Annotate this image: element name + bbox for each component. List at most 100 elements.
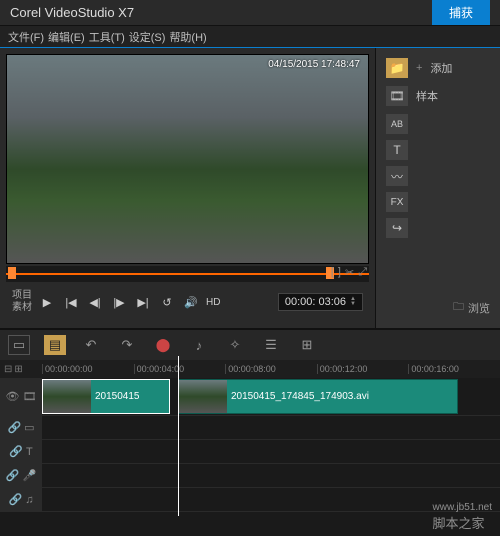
library-panel: 📁 + 添加 🎞 样本 AB T 〰 FX ↪ <box>375 48 500 328</box>
scrubber[interactable]: [ ] ✂ ⤢ <box>6 266 369 282</box>
menu-file[interactable]: 文件(F) <box>8 29 44 45</box>
browse-label: 浏览 <box>468 300 490 316</box>
browse-icon: 🗀 <box>453 298 464 317</box>
scrubber-in-marker[interactable] <box>8 267 16 279</box>
play-button[interactable]: ▶ <box>38 293 56 311</box>
clip-label: 20150415 <box>91 391 140 402</box>
path-icon[interactable]: 〰 <box>386 166 408 186</box>
link-icon[interactable]: 🔗 <box>9 493 23 506</box>
playback-bar: 项目 素材 ▶ |◀ ◀| |▶ ▶| ↺ 🔊 HD 00:00: 03:06 … <box>6 282 369 322</box>
storyboard-view-button[interactable]: ▭ <box>8 335 30 355</box>
ruler-tick: 00:00:08:00 <box>225 364 317 374</box>
ruler-tick: 00:00:04:00 <box>134 364 226 374</box>
go-start-button[interactable]: |◀ <box>62 293 80 311</box>
volume-button[interactable]: 🔊 <box>182 293 200 311</box>
next-frame-button[interactable]: |▶ <box>110 293 128 311</box>
clip-thumbnail <box>179 380 227 413</box>
fx-icon[interactable]: FX <box>386 192 408 212</box>
add-label[interactable]: 添加 <box>430 60 452 76</box>
timeline-clip[interactable]: 20150415 <box>42 379 170 414</box>
menu-help[interactable]: 帮助(H) <box>169 29 206 45</box>
music-track-head[interactable]: 🔗♫ <box>0 488 42 511</box>
timecode-display[interactable]: 00:00: 03:06 ▲▼ <box>278 293 363 311</box>
titlebar: Corel VideoStudio X7 捕获 <box>0 0 500 26</box>
redo-button[interactable]: ↷ <box>116 335 138 355</box>
preview-monitor[interactable]: 04/15/2015 17:48:47 <box>6 54 369 264</box>
timeline-view-button[interactable]: ▤ <box>44 335 66 355</box>
timeline-playhead[interactable] <box>178 356 179 516</box>
timeline-clip[interactable]: 20150415_174845_174903.avi <box>178 379 458 414</box>
video-track-body[interactable]: 20150415 20150415_174845_174903.avi <box>42 378 500 415</box>
timecode-spinner[interactable]: ▲▼ <box>350 297 356 307</box>
record-button[interactable]: ⬤ <box>152 335 174 355</box>
audio-mixer-button[interactable]: ♪ <box>188 335 210 355</box>
watermark-url: www.jb51.net <box>433 502 492 513</box>
clip-thumbnail <box>43 380 91 413</box>
menu-edit[interactable]: 编辑(E) <box>48 29 85 45</box>
go-end-button[interactable]: ▶| <box>134 293 152 311</box>
timeline-tracks: 👁🎞 20150415 20150415_174845_174903.avi 🔗… <box>0 378 500 512</box>
ab-icon[interactable]: AB <box>386 114 408 134</box>
mark-in-icon[interactable]: [ <box>331 266 334 279</box>
title-track-head[interactable]: 🔗T <box>0 440 42 463</box>
film-icon[interactable]: 🎞 <box>386 86 408 106</box>
voice-track-body[interactable] <box>42 464 500 487</box>
browse-row[interactable]: 🗀 浏览 <box>453 298 490 317</box>
video-track: 👁🎞 20150415 20150415_174845_174903.avi <box>0 378 500 416</box>
scrubber-track[interactable] <box>6 273 369 275</box>
menubar: 文件(F) 编辑(E) 工具(T) 设定(S) 帮助(H) <box>0 26 500 48</box>
capture-tab[interactable]: 捕获 <box>432 0 490 25</box>
expand-icon[interactable]: ⤢ <box>358 266 367 279</box>
link-icon[interactable]: 🔗 <box>9 445 23 458</box>
undo-button[interactable]: ↶ <box>80 335 102 355</box>
eye-icon[interactable]: 👁 <box>6 390 20 403</box>
clip-label: 20150415_174845_174903.avi <box>227 391 369 402</box>
track-manager-button[interactable]: ⊞ <box>296 335 318 355</box>
title-track-body[interactable] <box>42 440 500 463</box>
overlay-track-head[interactable]: 🔗▭ <box>0 416 42 439</box>
repeat-button[interactable]: ↺ <box>158 293 176 311</box>
split-icon[interactable]: ✂ <box>345 266 354 279</box>
playback-mode-labels[interactable]: 项目 素材 <box>12 290 32 314</box>
music-track: 🔗♫ <box>0 488 500 512</box>
sample-label[interactable]: 样本 <box>416 88 438 104</box>
timeline-toolbar: ▭ ▤ ↶ ↷ ⬤ ♪ ✧ ☰ ⊞ <box>0 330 500 360</box>
link-icon[interactable]: 🔗 <box>6 469 20 482</box>
music-icon: ♫ <box>25 494 33 506</box>
text-icon[interactable]: T <box>386 140 408 160</box>
watermark-text: 脚本之家 <box>433 516 485 531</box>
mark-out-icon[interactable]: ] <box>338 266 341 279</box>
menu-settings[interactable]: 设定(S) <box>129 29 166 45</box>
timecode-value: 00:00: 03:06 <box>285 296 346 308</box>
ruler-tick: 00:00:00:00 <box>42 364 134 374</box>
transition-icon[interactable]: ↪ <box>386 218 408 238</box>
hd-label[interactable]: HD <box>206 293 220 311</box>
video-track-head[interactable]: 👁🎞 <box>0 378 42 415</box>
add-plus-icon[interactable]: + <box>416 62 422 74</box>
clip-mode-label[interactable]: 素材 <box>12 302 32 314</box>
workspace: 04/15/2015 17:48:47 [ ] ✂ ⤢ 项目 素材 ▶ |◀ ◀… <box>0 48 500 328</box>
ruler-zoom-icon[interactable]: ⊞ <box>14 364 22 375</box>
ruler-toggle-icon[interactable]: ⊟ <box>4 364 12 375</box>
menu-tools[interactable]: 工具(T) <box>89 29 125 45</box>
folder-icon[interactable]: 📁 <box>386 58 408 78</box>
chapter-button[interactable]: ✧ <box>224 335 246 355</box>
voice-track-head[interactable]: 🔗🎤 <box>0 464 42 487</box>
video-track-icon: 🎞 <box>23 390 37 403</box>
title-track-icon: T <box>26 446 33 458</box>
overlay-track: 🔗▭ <box>0 416 500 440</box>
timeline-ruler[interactable]: ⊟ ⊞ 00:00:00:00 00:00:04:00 00:00:08:00 … <box>0 360 500 378</box>
overlay-track-icon: ▭ <box>24 421 34 434</box>
link-icon[interactable]: 🔗 <box>7 421 21 434</box>
music-track-body[interactable] <box>42 488 500 511</box>
preview-timestamp: 04/15/2015 17:48:47 <box>268 59 360 70</box>
ruler-tick: 00:00:16:00 <box>408 364 500 374</box>
watermark: www.jb51.net 脚本之家 <box>433 502 492 532</box>
overlay-track-body[interactable] <box>42 416 500 439</box>
preview-area: 04/15/2015 17:48:47 [ ] ✂ ⤢ 项目 素材 ▶ |◀ ◀… <box>0 48 375 328</box>
subtitle-button[interactable]: ☰ <box>260 335 282 355</box>
project-mode-label[interactable]: 项目 <box>12 290 32 302</box>
voice-track: 🔗🎤 <box>0 464 500 488</box>
prev-frame-button[interactable]: ◀| <box>86 293 104 311</box>
scrubber-tools: [ ] ✂ ⤢ <box>331 266 367 279</box>
